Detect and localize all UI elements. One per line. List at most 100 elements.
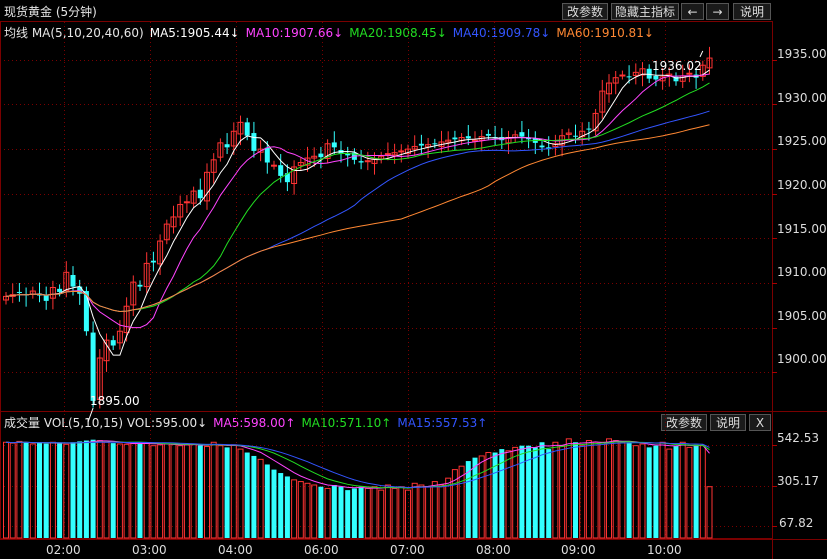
volume-bar [257,458,264,539]
volume-bar [693,444,699,538]
candle-body [257,148,264,153]
volume-bar [190,443,197,539]
vol-change-params-button[interactable]: 改参数 [661,414,707,431]
volume-bar [398,486,405,539]
candle-body [465,136,471,139]
candle-body [311,155,318,159]
candle-body [492,137,498,139]
volume-bar [639,443,646,539]
volume-tick: 542.53 [777,431,819,445]
volume-bar [284,476,290,538]
candle-body [679,75,686,82]
candle-body [559,135,566,146]
volume-bar [438,484,445,539]
candle-body [659,76,666,82]
candle-body [586,128,592,130]
volume-bar [157,444,164,539]
volume-bar [653,445,659,538]
candle-body [49,286,56,299]
candle-body [425,144,432,148]
candle-body [539,145,545,148]
candle-body [177,203,184,218]
candle-body [626,76,632,78]
price-tick: 1930.00 [777,91,827,105]
candle-body [9,294,16,297]
change-params-button[interactable]: 改参数 [562,3,608,20]
volume-bar [230,444,237,539]
volume-bar [492,452,498,538]
volume-bar [143,442,150,539]
candle-body [163,223,170,241]
candle-body [110,340,116,346]
volume-bar [485,452,492,539]
candle-body [3,295,9,301]
candle-body [16,291,22,293]
candle-body [63,271,70,292]
candle-body [278,165,284,176]
volume-bar [90,439,96,538]
candle-body [505,137,512,144]
candle-body [23,294,29,296]
candle-body [230,130,237,147]
volume-bar [338,486,344,538]
candle-body [418,143,424,146]
vol-close-button[interactable]: X [749,414,771,431]
volume-bar [311,484,318,539]
candle-body [653,75,659,80]
volume-bar [552,441,559,539]
volume-bar [499,449,505,538]
hide-main-indicator-button[interactable]: 隐藏主指标 [611,3,679,20]
left-arrow-button[interactable]: ← [681,3,704,20]
chart-canvas[interactable] [0,0,827,559]
candle-body [706,57,713,69]
candle-body [405,148,411,155]
volume-bar [304,482,311,539]
high-pointer [699,50,704,58]
price-tick: 1925.00 [777,134,827,148]
vol-ma10-label: MA10:571.10↑ [301,416,392,430]
volume-tick: 67.82 [779,516,814,530]
candle-body [318,153,324,158]
volume-bar [83,440,89,538]
time-tick: 08:00 [476,543,511,557]
volume-bar [264,464,270,538]
candle-body [251,133,257,151]
volume-bar [77,441,83,538]
volume-bar [137,442,143,538]
time-tick: 04:00 [218,543,253,557]
vol-ma5-label: MA5:598.00↑ [213,416,296,430]
volume-bar [546,449,552,538]
candle-body [639,68,646,76]
help-button[interactable]: 说明 [733,3,771,20]
candle-body [137,284,143,287]
time-tick: 10:00 [647,543,682,557]
volume-bar [324,487,331,539]
volume-bar [505,450,512,539]
vol-ma10-line [5,441,710,489]
volume-bar [559,445,566,539]
volume-bar [271,469,277,538]
volume-bar [632,445,639,539]
volume-bar [646,447,652,538]
volume-bar [244,452,250,538]
volume-bar [331,485,337,538]
candle-body [371,158,378,164]
time-tick: 07:00 [390,543,425,557]
candle-body [190,190,197,204]
ma60-label: MA60:1910.81↓ [556,26,654,40]
volume-bar [599,441,606,539]
right-arrow-button[interactable]: → [706,3,729,20]
candle-body [384,153,391,156]
chart-title: 现货黄金 (5分钟) [4,5,97,19]
volume-bar [465,461,471,538]
candle-body [632,71,639,76]
candle-body [351,152,357,160]
volume-bar [573,442,578,538]
volume-bar [686,446,693,539]
volume-bar [585,440,592,539]
vol-help-button[interactable]: 说明 [710,414,746,431]
candle-body [331,142,337,148]
volume-tick: 305.17 [777,474,819,488]
volume-bar [29,443,36,539]
candle-body [271,164,277,167]
